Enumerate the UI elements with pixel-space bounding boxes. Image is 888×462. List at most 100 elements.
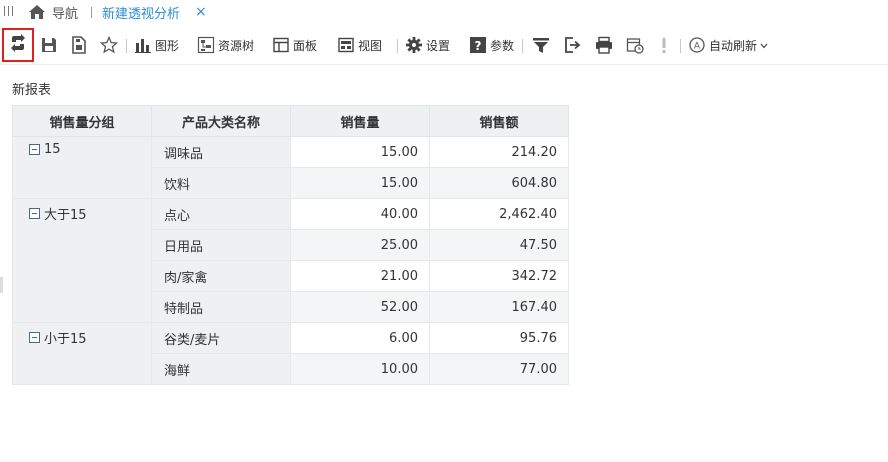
filter-button[interactable] (532, 27, 550, 63)
toolbar-divider (680, 39, 681, 53)
amount-cell: 604.80 (429, 167, 569, 199)
category-cell: 海鲜 (151, 353, 291, 385)
star-icon (99, 35, 119, 54)
refresh-button[interactable] (2, 28, 34, 62)
category-cell: 点心 (151, 198, 291, 230)
pivot-table: 销售量分组 产品大类名称 销售量 销售额 15 调味品 15.00 214.20… (12, 105, 569, 385)
auto-refresh-icon: A (688, 36, 706, 54)
toolbar-divider (126, 39, 127, 53)
panel-button[interactable]: 面板 (272, 27, 317, 63)
table-row: 小于15 谷类/麦片 6.00 95.76 (12, 322, 569, 385)
schedule-button[interactable] (626, 27, 644, 63)
resource-tree-button-label: 资源树 (218, 38, 255, 53)
collapse-icon[interactable] (29, 144, 40, 155)
panel-icon (272, 36, 290, 54)
export-button[interactable] (564, 27, 582, 63)
group-cell: 小于15 (12, 322, 152, 385)
tab-new-pivot-analysis[interactable]: 新建透视分析 (102, 2, 180, 22)
category-cell: 特制品 (151, 291, 291, 323)
category-cell: 饮料 (151, 167, 291, 199)
tab-bar: 导航 新建透视分析 × (0, 0, 888, 25)
category-cell: 调味品 (151, 136, 291, 168)
tab-label: 新建透视分析 (102, 6, 181, 22)
header-qty-group[interactable]: 销售量分组 (12, 105, 152, 137)
view-button[interactable]: 视图 (337, 27, 382, 63)
save-as-button[interactable] (70, 27, 88, 63)
table-row: 大于15 点心 40.00 2,462.40 (12, 198, 569, 323)
chart-button[interactable]: 图形 (134, 27, 179, 63)
amount-cell: 95.76 (429, 322, 569, 354)
qty-cell: 10.00 (290, 353, 430, 385)
splitter-handle[interactable] (0, 277, 3, 293)
qty-cell: 21.00 (290, 260, 430, 292)
warning-button[interactable] (655, 27, 673, 63)
help-icon: ? (469, 36, 487, 54)
header-qty[interactable]: 销售量 (290, 105, 430, 137)
resource-tree-icon (197, 36, 215, 54)
qty-cell: 15.00 (290, 136, 430, 168)
category-cell: 谷类/麦片 (151, 322, 291, 354)
qty-cell: 6.00 (290, 322, 430, 354)
chart-button-label: 图形 (155, 38, 180, 53)
export-icon (564, 36, 582, 54)
category-cell: 肉/家禽 (151, 260, 291, 292)
collapse-handle-icon[interactable] (4, 6, 14, 16)
schedule-icon (626, 36, 644, 54)
panel-button-label: 面板 (293, 38, 318, 53)
group-cell: 大于15 (12, 198, 152, 323)
amount-cell: 167.40 (429, 291, 569, 323)
favorite-button[interactable] (99, 27, 119, 63)
qty-cell: 40.00 (290, 198, 430, 230)
auto-refresh-label: 自动刷新 (709, 38, 758, 53)
save-icon (40, 36, 58, 54)
report-title: 新报表 (12, 83, 52, 98)
gear-icon (405, 36, 423, 54)
group-label: 大于15 (44, 208, 87, 223)
toolbar-divider (522, 39, 523, 53)
print-icon (595, 36, 613, 54)
save-as-icon (70, 36, 88, 54)
chevron-down-icon (760, 38, 768, 52)
settings-button[interactable]: 设置 (405, 27, 450, 63)
refresh-icon (9, 33, 27, 57)
amount-cell: 77.00 (429, 353, 569, 385)
params-button[interactable]: ? 参数 (469, 27, 514, 63)
collapse-icon[interactable] (29, 208, 40, 219)
amount-cell: 214.20 (429, 136, 569, 168)
save-button[interactable] (40, 27, 58, 63)
group-cell: 15 (12, 136, 152, 199)
svg-text:?: ? (475, 39, 482, 53)
toolbar: 图形 资源树 面板 视图 设置 ? 参数 A 自动刷新 (0, 27, 888, 65)
view-icon (337, 36, 355, 54)
amount-cell: 342.72 (429, 260, 569, 292)
header-category[interactable]: 产品大类名称 (151, 105, 291, 137)
print-button[interactable] (595, 27, 613, 63)
group-label: 小于15 (44, 332, 87, 347)
svg-text:A: A (694, 42, 701, 52)
group-label: 15 (44, 142, 61, 157)
header-amount[interactable]: 销售额 (429, 105, 569, 137)
filter-icon (532, 36, 550, 54)
resource-tree-button[interactable]: 资源树 (197, 27, 254, 63)
home-icon (28, 4, 46, 20)
category-cell: 日用品 (151, 229, 291, 261)
auto-refresh-dropdown[interactable]: A 自动刷新 (688, 27, 768, 63)
params-button-label: 参数 (490, 38, 515, 53)
home-tab[interactable]: 导航 (28, 2, 78, 22)
home-tab-label: 导航 (52, 6, 79, 22)
qty-cell: 52.00 (290, 291, 430, 323)
table-row: 15 调味品 15.00 214.20 (12, 136, 569, 199)
toolbar-divider (397, 39, 398, 53)
warning-icon (655, 36, 673, 54)
tab-divider (91, 7, 92, 18)
bar-chart-icon (134, 36, 152, 54)
table-header-row: 销售量分组 产品大类名称 销售量 销售额 (12, 105, 569, 137)
qty-cell: 25.00 (290, 229, 430, 261)
view-button-label: 视图 (358, 38, 383, 53)
amount-cell: 2,462.40 (429, 198, 569, 230)
close-icon[interactable]: × (195, 3, 207, 21)
collapse-icon[interactable] (29, 332, 40, 343)
settings-button-label: 设置 (426, 38, 451, 53)
amount-cell: 47.50 (429, 229, 569, 261)
qty-cell: 15.00 (290, 167, 430, 199)
